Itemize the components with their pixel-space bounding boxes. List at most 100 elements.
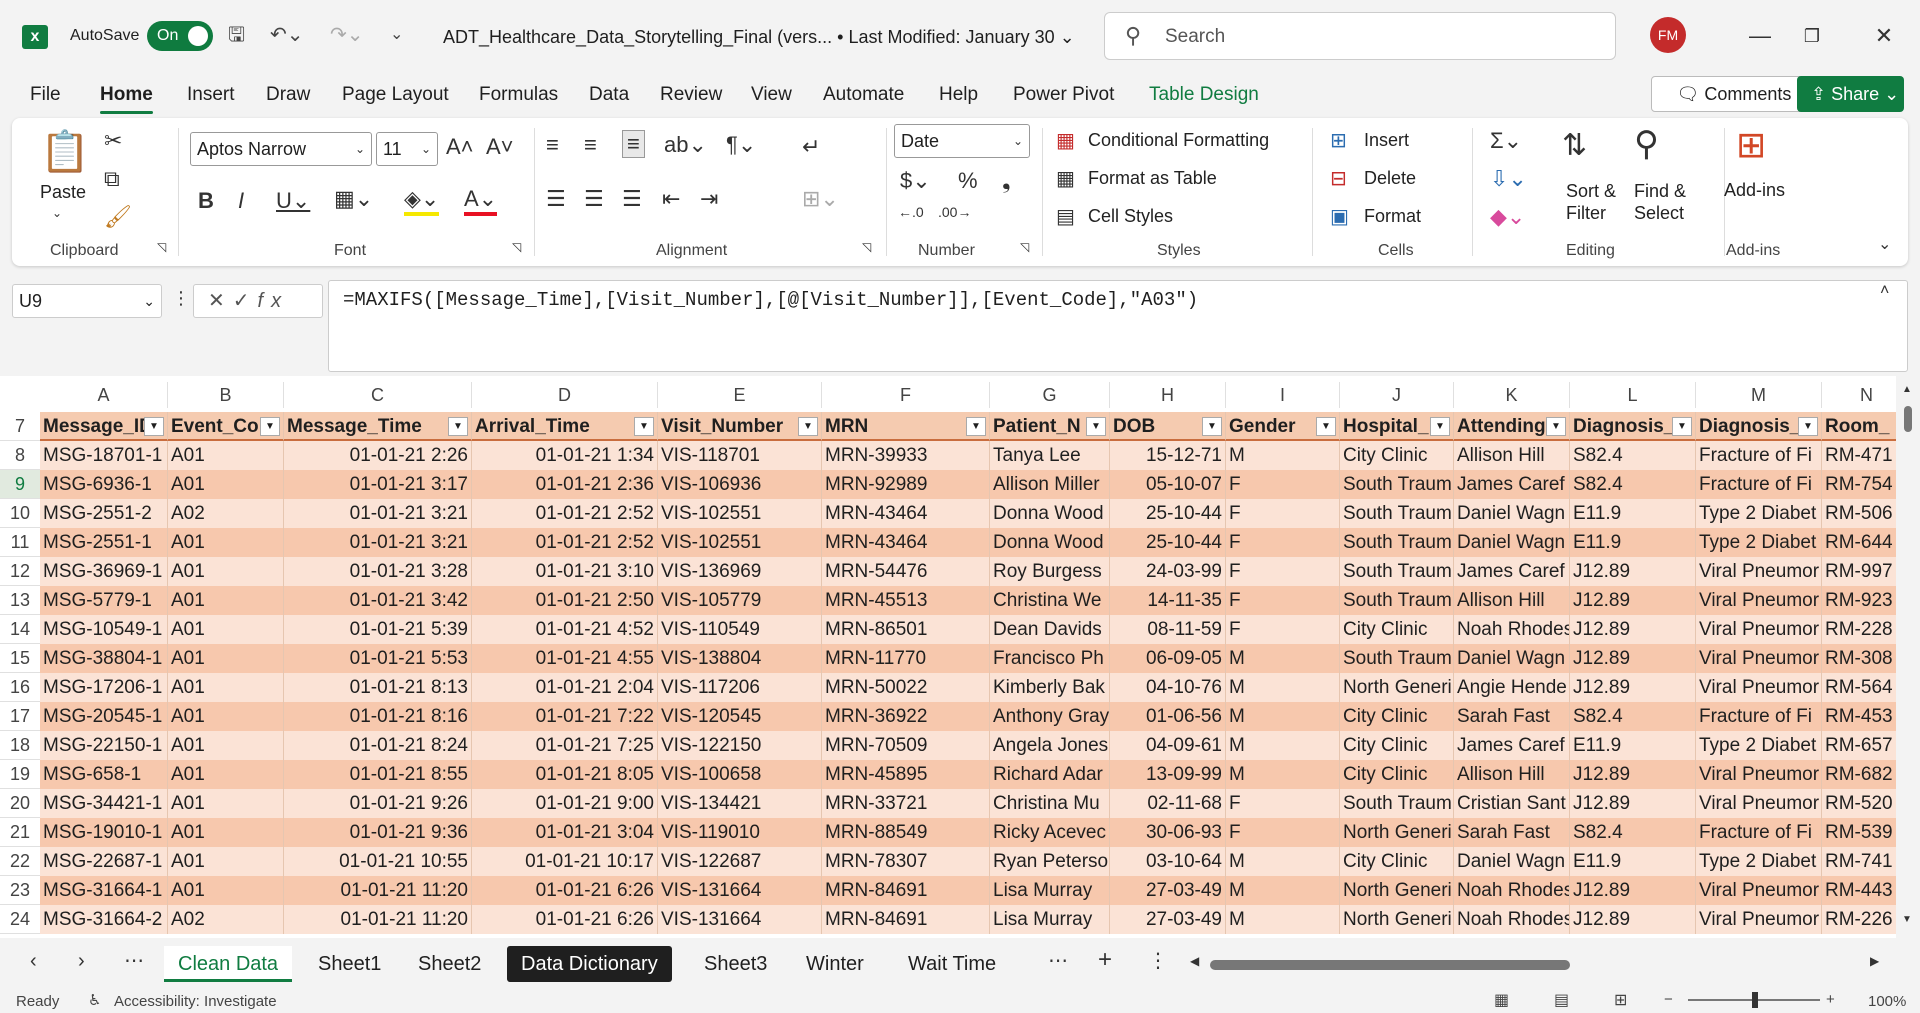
table-cell[interactable]: S82.4 <box>1570 702 1696 731</box>
table-cell[interactable]: J12.89 <box>1570 876 1696 905</box>
number-format-select[interactable]: Date ⌄ <box>894 124 1030 158</box>
fill-icon[interactable]: ⇩⌄ <box>1490 166 1527 192</box>
font-name-select[interactable]: Aptos Narrow ⌄ <box>190 132 372 166</box>
clear-icon[interactable]: ◆⌄ <box>1490 204 1525 230</box>
table-cell[interactable]: VIS-117206 <box>658 673 822 702</box>
enter-icon[interactable]: ✓ <box>233 290 258 312</box>
column-header-c[interactable]: C <box>284 382 472 408</box>
filter-dropdown-icon[interactable]: ▼ <box>1546 417 1566 436</box>
row-header[interactable]: 9 <box>0 470 40 499</box>
table-cell[interactable]: 25-10-44 <box>1110 499 1226 528</box>
table-cell[interactable]: J12.89 <box>1570 557 1696 586</box>
filter-dropdown-icon[interactable]: ▼ <box>1316 417 1336 436</box>
hscroll-thumb[interactable] <box>1210 960 1570 970</box>
share-button[interactable]: ⇪ Share ⌄ <box>1797 76 1904 112</box>
table-cell[interactable]: MSG-18701-1 <box>40 441 168 470</box>
table-cell[interactable]: Viral Pneumor <box>1696 673 1822 702</box>
table-cell[interactable]: MSG-658-1 <box>40 760 168 789</box>
table-cell[interactable]: VIS-134421 <box>658 789 822 818</box>
table-header-cell[interactable]: Event_Co ▼ <box>168 412 284 441</box>
table-cell[interactable]: Noah Rhodes <box>1454 615 1570 644</box>
increase-font-icon[interactable]: A˄ <box>446 134 474 160</box>
sheet-tab-wait-time[interactable]: Wait Time <box>894 946 1010 982</box>
autosum-icon[interactable]: Σ⌄ <box>1490 128 1522 154</box>
underline-icon[interactable]: U⌄ <box>276 188 310 214</box>
column-header-j[interactable]: J <box>1340 382 1454 408</box>
sheet-tab-winter[interactable]: Winter <box>792 946 878 982</box>
table-cell[interactable]: MRN-45895 <box>822 760 990 789</box>
table-cell[interactable]: South Traum <box>1340 470 1454 499</box>
table-cell[interactable]: Christina We <box>990 586 1110 615</box>
table-cell[interactable]: F <box>1226 528 1340 557</box>
undo-icon[interactable]: ↶⌄ <box>270 20 304 50</box>
table-cell[interactable]: Daniel Wagn <box>1454 644 1570 673</box>
table-cell[interactable]: MSG-19010-1 <box>40 818 168 847</box>
table-cell[interactable]: Viral Pneumor <box>1696 644 1822 673</box>
table-cell[interactable]: Allison Hill <box>1454 586 1570 615</box>
table-cell[interactable]: J12.89 <box>1570 615 1696 644</box>
row-header[interactable]: 7 <box>0 412 40 441</box>
cell-styles-button[interactable]: Cell Styles <box>1088 206 1173 227</box>
table-cell[interactable]: 01-01-21 2:36 <box>472 470 658 499</box>
add-sheet-icon[interactable]: + <box>1098 946 1112 974</box>
table-cell[interactable]: City Clinic <box>1340 847 1454 876</box>
filter-dropdown-icon[interactable]: ▼ <box>966 417 986 436</box>
table-cell[interactable]: 01-01-21 7:22 <box>472 702 658 731</box>
cancel-icon[interactable]: ✕ <box>208 290 233 312</box>
table-cell[interactable]: A01 <box>168 644 284 673</box>
merge-center-icon[interactable]: ⊞⌄ <box>802 186 839 212</box>
wrap-text-icon[interactable]: ↵ <box>802 134 820 160</box>
decrease-decimal-icon[interactable]: .00→ <box>938 204 971 220</box>
table-cell[interactable]: A01 <box>168 876 284 905</box>
table-cell[interactable]: MSG-6936-1 <box>40 470 168 499</box>
row-header[interactable]: 11 <box>0 528 40 557</box>
more-options-icon[interactable]: ⋮ <box>172 288 190 309</box>
table-header-cell[interactable]: Diagnosis_ ▼ <box>1570 412 1696 441</box>
table-cell[interactable]: 01-01-21 11:20 <box>284 905 472 934</box>
table-cell[interactable]: A01 <box>168 615 284 644</box>
table-cell[interactable]: South Traum <box>1340 528 1454 557</box>
normal-view-icon[interactable]: ▦ <box>1494 990 1509 1010</box>
table-cell[interactable]: VIS-120545 <box>658 702 822 731</box>
table-cell[interactable]: E11.9 <box>1570 528 1696 557</box>
column-header-e[interactable]: E <box>658 382 822 408</box>
table-cell[interactable]: M <box>1226 847 1340 876</box>
format-as-table-icon[interactable]: ▦ <box>1056 166 1075 191</box>
table-cell[interactable]: A01 <box>168 818 284 847</box>
row-header[interactable]: 8 <box>0 441 40 470</box>
table-cell[interactable]: 13-09-99 <box>1110 760 1226 789</box>
table-cell[interactable]: F <box>1226 615 1340 644</box>
table-cell[interactable]: 05-10-07 <box>1110 470 1226 499</box>
filter-dropdown-icon[interactable]: ▼ <box>634 417 654 436</box>
table-cell[interactable]: Noah Rhodes <box>1454 905 1570 934</box>
table-cell[interactable]: Ricky Acevec <box>990 818 1110 847</box>
table-cell[interactable]: 25-10-44 <box>1110 528 1226 557</box>
table-cell[interactable]: Cristian Sant <box>1454 789 1570 818</box>
document-title[interactable]: ADT_Healthcare_Data_Storytelling_Final (… <box>443 27 1075 48</box>
table-cell[interactable]: 01-06-56 <box>1110 702 1226 731</box>
table-cell[interactable]: Donna Wood <box>990 499 1110 528</box>
table-cell[interactable]: M <box>1226 731 1340 760</box>
table-cell[interactable]: MRN-43464 <box>822 528 990 557</box>
row-header[interactable]: 19 <box>0 760 40 789</box>
table-cell[interactable]: 01-01-21 9:36 <box>284 818 472 847</box>
table-cell[interactable]: 24-03-99 <box>1110 557 1226 586</box>
top-align-icon[interactable]: ≡ <box>546 132 559 158</box>
table-cell[interactable]: City Clinic <box>1340 731 1454 760</box>
table-cell[interactable]: Viral Pneumor <box>1696 586 1822 615</box>
insert-function-icon[interactable]: fx <box>258 290 290 312</box>
middle-align-icon[interactable]: ≡ <box>584 132 597 158</box>
table-cell[interactable]: MRN-84691 <box>822 876 990 905</box>
tab-automate[interactable]: Automate <box>823 84 904 106</box>
table-cell[interactable]: James Caref <box>1454 470 1570 499</box>
table-cell[interactable]: Daniel Wagn <box>1454 499 1570 528</box>
row-header[interactable]: 17 <box>0 702 40 731</box>
table-cell[interactable]: 01-01-21 5:39 <box>284 615 472 644</box>
decrease-indent-icon[interactable]: ⇤ <box>662 186 680 212</box>
table-cell[interactable]: 03-10-64 <box>1110 847 1226 876</box>
table-cell[interactable]: South Traum <box>1340 644 1454 673</box>
conditional-formatting-button[interactable]: Conditional Formatting <box>1088 130 1269 151</box>
table-cell[interactable]: Lisa Murray <box>990 876 1110 905</box>
filter-dropdown-icon[interactable]: ▼ <box>448 417 468 436</box>
addins-icon[interactable]: ⊞ <box>1736 124 1766 166</box>
